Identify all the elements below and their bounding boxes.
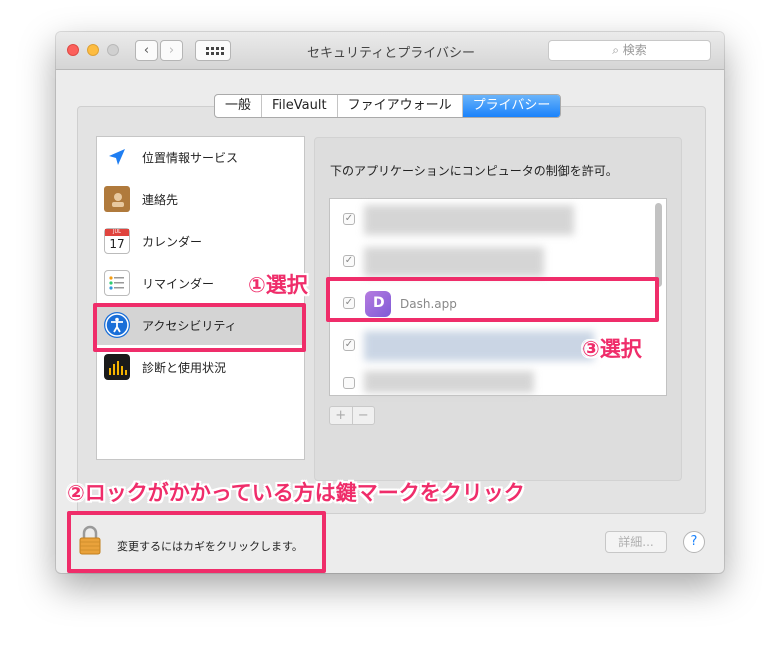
blurred-app-name	[364, 205, 574, 235]
add-app-button[interactable]: +	[330, 407, 353, 424]
show-all-button[interactable]	[195, 40, 231, 61]
app-checkbox[interactable]	[343, 377, 355, 389]
annotation-step1: ①選択	[248, 273, 308, 297]
tab-filevault[interactable]: FileVault	[262, 95, 338, 117]
app-checkbox[interactable]: ✓	[343, 255, 355, 267]
highlight-box-dash	[326, 277, 659, 322]
sidebar-item-label: リマインダー	[142, 277, 215, 291]
blurred-app-name	[364, 371, 534, 393]
location-arrow-icon	[104, 144, 130, 170]
calendar-icon: JUL 17	[104, 228, 130, 254]
zoom-button[interactable]	[107, 44, 119, 56]
search-placeholder: 検索	[622, 43, 647, 57]
title-bar: ‹ › セキュリティとプライバシー ⌕ 検索	[56, 32, 724, 70]
sidebar-item-diagnostics[interactable]: 診断と使用状況	[97, 347, 304, 387]
add-remove-control: + −	[329, 406, 375, 425]
diagnostics-icon	[104, 354, 130, 380]
annotation-step2: ②ロックがかかっている方は鍵マークをクリック	[67, 481, 525, 505]
highlight-box-lock	[67, 511, 326, 573]
permission-description: 下のアプリケーションにコンピュータの制御を許可。	[330, 164, 618, 178]
blurred-app-name	[364, 331, 594, 361]
sidebar-item-label: 連絡先	[142, 193, 179, 207]
search-icon: ⌕	[612, 43, 619, 57]
highlight-box-accessibility	[93, 303, 306, 352]
sidebar-item-label: 診断と使用状況	[142, 361, 227, 375]
remove-app-button[interactable]: −	[353, 407, 375, 424]
search-input[interactable]: ⌕ 検索	[548, 40, 711, 61]
sidebar-item-label: カレンダー	[142, 235, 203, 249]
tab-bar: 一般 FileVault ファイアウォール プライバシー	[214, 94, 562, 118]
sidebar-item-location[interactable]: 位置情報サービス	[97, 137, 304, 177]
chevron-right-icon: ›	[168, 43, 175, 58]
sidebar-item-contacts[interactable]: 連絡先	[97, 179, 304, 219]
blurred-app-name	[364, 247, 544, 277]
sidebar-item-label: 位置情報サービス	[142, 151, 239, 165]
tab-general[interactable]: 一般	[215, 95, 263, 117]
list-item[interactable]	[330, 367, 653, 395]
advanced-button[interactable]: 詳細...	[605, 531, 667, 553]
list-item[interactable]: ✓	[330, 199, 653, 241]
minimize-button[interactable]	[87, 44, 99, 56]
close-button[interactable]	[67, 44, 79, 56]
window-title: セキュリティとプライバシー	[307, 46, 475, 61]
app-checkbox[interactable]: ✓	[343, 339, 355, 351]
contacts-book-icon	[104, 186, 130, 212]
app-checkbox[interactable]: ✓	[343, 213, 355, 225]
sidebar-item-calendar[interactable]: JUL 17 カレンダー	[97, 221, 304, 261]
scrollbar[interactable]	[655, 203, 662, 287]
back-button[interactable]: ‹	[135, 40, 158, 61]
chevron-left-icon: ‹	[143, 43, 150, 58]
tab-privacy[interactable]: プライバシー	[462, 95, 561, 117]
reminders-icon	[104, 270, 130, 296]
tab-firewall[interactable]: ファイアウォール	[338, 95, 463, 117]
annotation-step3: ③選択	[582, 337, 642, 361]
help-button[interactable]: ?	[683, 531, 705, 553]
forward-button[interactable]: ›	[160, 40, 183, 61]
